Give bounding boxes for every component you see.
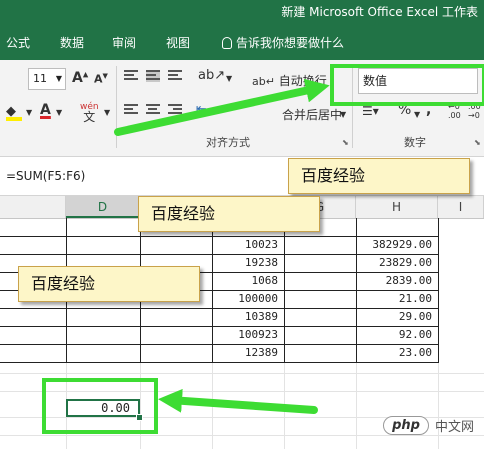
cell-f[interactable]: 19238 bbox=[212, 254, 284, 272]
chevron-down-icon[interactable]: ▼ bbox=[56, 108, 62, 117]
cell-f[interactable]: 10389 bbox=[212, 308, 284, 326]
number-format-highlight bbox=[330, 64, 484, 106]
tab-review[interactable]: 审阅 bbox=[112, 34, 136, 51]
merge-center-button[interactable]: 合并后居中 bbox=[282, 106, 342, 123]
grow-font-button[interactable]: A▲ bbox=[72, 70, 88, 86]
chevron-down-icon: ▼ bbox=[55, 74, 62, 83]
column-header-h[interactable]: H bbox=[356, 196, 438, 218]
fill-color-button[interactable]: ◆ bbox=[6, 104, 22, 121]
align-right-icon[interactable] bbox=[168, 104, 182, 116]
tab-formulas[interactable]: 公式 bbox=[6, 34, 30, 51]
chevron-down-icon[interactable]: ▼ bbox=[104, 108, 110, 117]
annotation-label: 百度经验 bbox=[138, 196, 320, 232]
formula-text[interactable]: =SUM(F5:F6) bbox=[6, 169, 85, 183]
cell-h[interactable]: 92.00 bbox=[356, 326, 438, 344]
chevron-down-icon[interactable]: ▼ bbox=[26, 108, 32, 117]
watermark-text: 中文网 bbox=[434, 420, 474, 435]
font-size-select[interactable]: 11 ▼ bbox=[28, 68, 66, 90]
increase-indent-icon[interactable]: ⇥ bbox=[218, 102, 229, 117]
chevron-down-icon[interactable]: ▼ bbox=[340, 110, 346, 119]
title-bar: 新建 Microsoft Office Excel 工作表 bbox=[0, 0, 484, 24]
align-middle-icon[interactable] bbox=[146, 70, 160, 82]
php-logo: php bbox=[383, 416, 429, 435]
align-center-icon[interactable] bbox=[146, 104, 160, 116]
font-size-value: 11 bbox=[33, 72, 47, 85]
font-color-button[interactable]: A bbox=[40, 102, 51, 118]
cell-h[interactable]: 29.00 bbox=[356, 308, 438, 326]
separator bbox=[116, 66, 117, 148]
orientation-icon[interactable]: ab↗ bbox=[198, 68, 225, 83]
column-header-blank bbox=[0, 196, 66, 218]
decrease-indent-icon[interactable]: ⇤ bbox=[196, 102, 207, 117]
phonetic-guide-button[interactable]: wén 文 bbox=[80, 102, 99, 124]
dialog-launcher-icon[interactable]: ⬊ bbox=[342, 138, 349, 147]
dialog-launcher-icon[interactable]: ⬊ bbox=[474, 138, 481, 147]
merge-center-label: 合并后居中 bbox=[282, 108, 343, 122]
cell-h[interactable]: 382929.00 bbox=[356, 236, 438, 254]
wrap-text-icon: ab↵ bbox=[252, 75, 275, 88]
align-left-icon[interactable] bbox=[124, 104, 138, 116]
cell-h[interactable]: 21.00 bbox=[356, 290, 438, 308]
lightbulb-icon bbox=[222, 36, 232, 49]
cell-h[interactable]: 23829.00 bbox=[356, 254, 438, 272]
ribbon-tabs: 公式 数据 审阅 视图 告诉我你想要做什么 bbox=[0, 24, 484, 60]
chevron-down-icon[interactable]: ▼ bbox=[226, 74, 232, 83]
cell-h[interactable]: 23.00 bbox=[356, 344, 438, 362]
tab-data[interactable]: 数据 bbox=[60, 34, 84, 51]
column-header-i[interactable]: I bbox=[438, 196, 484, 218]
cell-f[interactable]: 100000 bbox=[212, 290, 284, 308]
cell-h[interactable]: 2839.00 bbox=[356, 272, 438, 290]
cell-f[interactable]: 1068 bbox=[212, 272, 284, 290]
gridline bbox=[0, 435, 484, 436]
annotation-label: 百度经验 bbox=[288, 158, 470, 194]
wrap-text-button[interactable]: ab↵ 自动换行 bbox=[252, 72, 327, 89]
gridline bbox=[0, 373, 484, 374]
wrap-text-label: 自动换行 bbox=[278, 74, 327, 88]
cell-f[interactable]: 100923 bbox=[212, 326, 284, 344]
cell-f[interactable]: 12389 bbox=[212, 344, 284, 362]
cell-f[interactable]: 10023 bbox=[212, 236, 284, 254]
table-border bbox=[438, 218, 439, 363]
active-cell-highlight bbox=[42, 378, 158, 434]
watermark: php 中文网 bbox=[383, 416, 474, 435]
annotation-label: 百度经验 bbox=[18, 266, 200, 302]
paint-bucket-icon: ◆ bbox=[6, 104, 16, 119]
column-header-d[interactable]: D bbox=[66, 196, 140, 218]
window-title: 新建 Microsoft Office Excel 工作表 bbox=[281, 5, 478, 19]
shrink-font-button[interactable]: A▼ bbox=[94, 72, 108, 86]
alignment-group-label: 对齐方式 bbox=[206, 136, 250, 149]
accounting-format-button[interactable]: ☰▾ bbox=[362, 104, 379, 118]
number-group-label: 数字 bbox=[404, 136, 426, 149]
align-bottom-icon[interactable] bbox=[168, 70, 182, 82]
tell-me-text: 告诉我你想要做什么 bbox=[236, 36, 345, 50]
chevron-down-icon[interactable]: ▼ bbox=[414, 110, 420, 119]
table-border bbox=[284, 218, 285, 363]
align-top-icon[interactable] bbox=[124, 70, 138, 82]
tab-view[interactable]: 视图 bbox=[166, 34, 190, 51]
tell-me-box[interactable]: 告诉我你想要做什么 bbox=[222, 34, 344, 51]
